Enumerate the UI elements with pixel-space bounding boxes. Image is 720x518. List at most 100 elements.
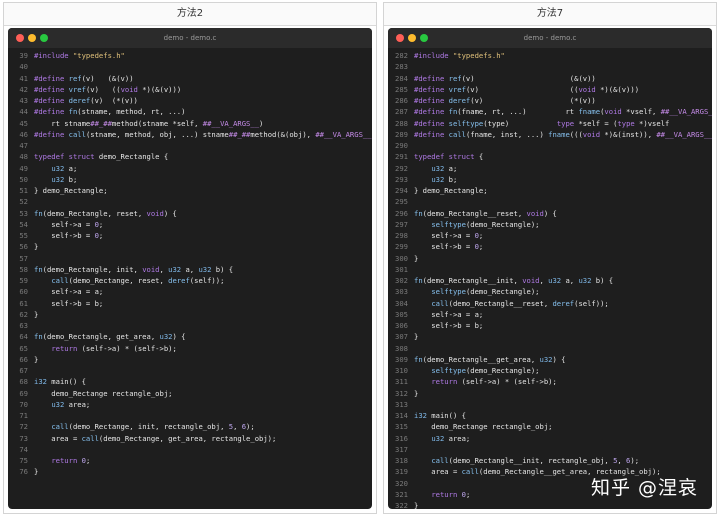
code-token: deref — [552, 298, 575, 308]
editor-window: demo - demo.c 282 #include "typedefs.h" 28… — [388, 28, 712, 509]
code-token: call — [51, 422, 69, 432]
code-token: fn — [414, 276, 423, 285]
code-token: u32 — [51, 174, 65, 184]
code-token: *self = ( — [574, 118, 618, 128]
line-number: 307 — [395, 332, 408, 342]
code-token: fn — [34, 264, 43, 274]
code-token: return — [431, 377, 458, 387]
code-token: (v) (( — [85, 84, 121, 94]
line-number: 293 — [395, 174, 408, 184]
code-token: (demo_Rectange, reset, — [68, 276, 169, 285]
code-token: *)(&(v))) — [595, 84, 640, 94]
code-line: 322} — [388, 500, 712, 509]
code-line: 45 rt stname##_##method(stname *self, ##… — [8, 118, 372, 129]
line-number: 284 — [395, 73, 408, 83]
code-line: 293 u32 b; — [388, 174, 712, 185]
code-line: 58 fn(demo_Rectangle, init, void, u32 a, … — [8, 264, 372, 275]
code-token: ##__VA_ARGS__ — [315, 129, 372, 139]
line-number: 317 — [395, 444, 408, 454]
code-line: 71 — [8, 410, 372, 421]
code-token: #define — [34, 73, 69, 83]
line-number: 60 — [19, 287, 28, 297]
code-line: 299 self->b = 0; — [388, 241, 712, 252]
code-token: (stname, method, rt, ...) \ — [77, 107, 372, 117]
code-line: 74 — [8, 444, 372, 455]
line-number: 39 — [19, 51, 28, 60]
code-area[interactable]: 282 #include "typedefs.h" 283 284 #define re… — [388, 48, 712, 509]
code-token: } — [414, 253, 419, 263]
code-token: selftype — [448, 118, 484, 128]
line-number: 63 — [19, 321, 28, 330]
line-number: 290 — [395, 141, 408, 150]
code-token: fn — [414, 208, 423, 218]
code-token: #define — [414, 96, 449, 105]
line-number: 56 — [19, 242, 28, 252]
code-token: demo_Rectangle { — [98, 152, 169, 162]
code-area[interactable]: 39 #include "typedefs.h" 40 41 #define ref(v… — [8, 48, 372, 478]
code-token: (demo_Rectangle__init, rectangle_obj, — [448, 456, 614, 465]
line-number: 75 — [19, 456, 28, 465]
code-token: self->b = b; — [34, 298, 104, 308]
code-token: } — [414, 501, 419, 509]
line-number: 310 — [395, 366, 408, 375]
code-token: ; — [98, 231, 104, 240]
code-token: #define — [34, 129, 69, 139]
code-line: 53 fn(demo_Rectangle, reset, void) { — [8, 208, 372, 219]
code-token: b) { — [591, 276, 614, 285]
code-token: (demo_Rectangle); — [465, 366, 540, 375]
code-token: u32 — [431, 174, 445, 184]
code-token: } — [34, 309, 39, 319]
line-number: 287 — [395, 107, 408, 117]
code-line: 46 #define call(stname, method, obj, ...)… — [8, 129, 372, 140]
code-token: #define — [414, 73, 449, 83]
watermark: 知乎 @涅哀 — [590, 477, 698, 499]
code-token: typedef struct — [34, 152, 99, 162]
code-line: 49 u32 a; — [8, 163, 372, 174]
code-token: ; — [85, 456, 91, 465]
code-token: } — [414, 388, 419, 398]
code-token: , — [233, 422, 242, 432]
line-number: 295 — [395, 197, 408, 207]
code-token: (v) (&(v)) — [461, 73, 596, 83]
code-token: #define — [414, 107, 449, 117]
code-token: void — [522, 276, 540, 285]
code-token: (v) (*(v)) — [90, 96, 138, 105]
code-token: main() { — [426, 411, 466, 420]
code-token: area; — [64, 399, 91, 409]
window-titlebar: demo - demo.c — [8, 28, 372, 48]
line-number: 309 — [395, 354, 408, 364]
code-token: ref — [68, 73, 82, 83]
line-number: 283 — [395, 62, 408, 72]
code-line: 304 call(demo_Rectangle__reset, deref(se… — [388, 298, 712, 309]
line-number: 67 — [19, 366, 28, 375]
code-line: 301 — [388, 264, 712, 275]
code-line: 285 #define vref(v) ((void *)(&(v))) — [388, 84, 712, 95]
line-number: 73 — [19, 433, 28, 443]
code-token: (demo_Rectangle__init, — [422, 276, 523, 285]
code-token: deref — [168, 276, 190, 285]
code-token: #define — [414, 129, 449, 139]
code-line: 42 #define vref(v) ((void *)(&(v))) — [8, 84, 372, 95]
line-number: 51 — [19, 186, 28, 195]
code-token: (self->a) * (self->b); — [457, 377, 557, 387]
code-token: fn — [68, 107, 78, 117]
line-number: 302 — [395, 276, 408, 285]
code-line: 295 — [388, 196, 712, 207]
code-token: *)(&(v))) — [142, 84, 182, 94]
line-number: 314 — [395, 411, 408, 420]
line-number: 306 — [395, 321, 408, 330]
code-line: 62} — [8, 309, 372, 320]
code-token: method(stname *self, — [111, 118, 203, 128]
code-line: 298 self->a = 0; — [388, 230, 712, 241]
code-token: #define — [34, 84, 69, 94]
code-line: 76} — [8, 466, 372, 477]
line-number: 40 — [19, 62, 28, 72]
code-line: 67 — [8, 365, 372, 376]
code-token: void — [604, 107, 622, 117]
code-line: 287 #define fn(fname, rt, ...) rt fname(v… — [388, 106, 712, 117]
code-line: 315 demo_Rectange rectangle_obj; — [388, 421, 712, 432]
code-token: ##__VA_ARGS__ — [660, 107, 712, 117]
